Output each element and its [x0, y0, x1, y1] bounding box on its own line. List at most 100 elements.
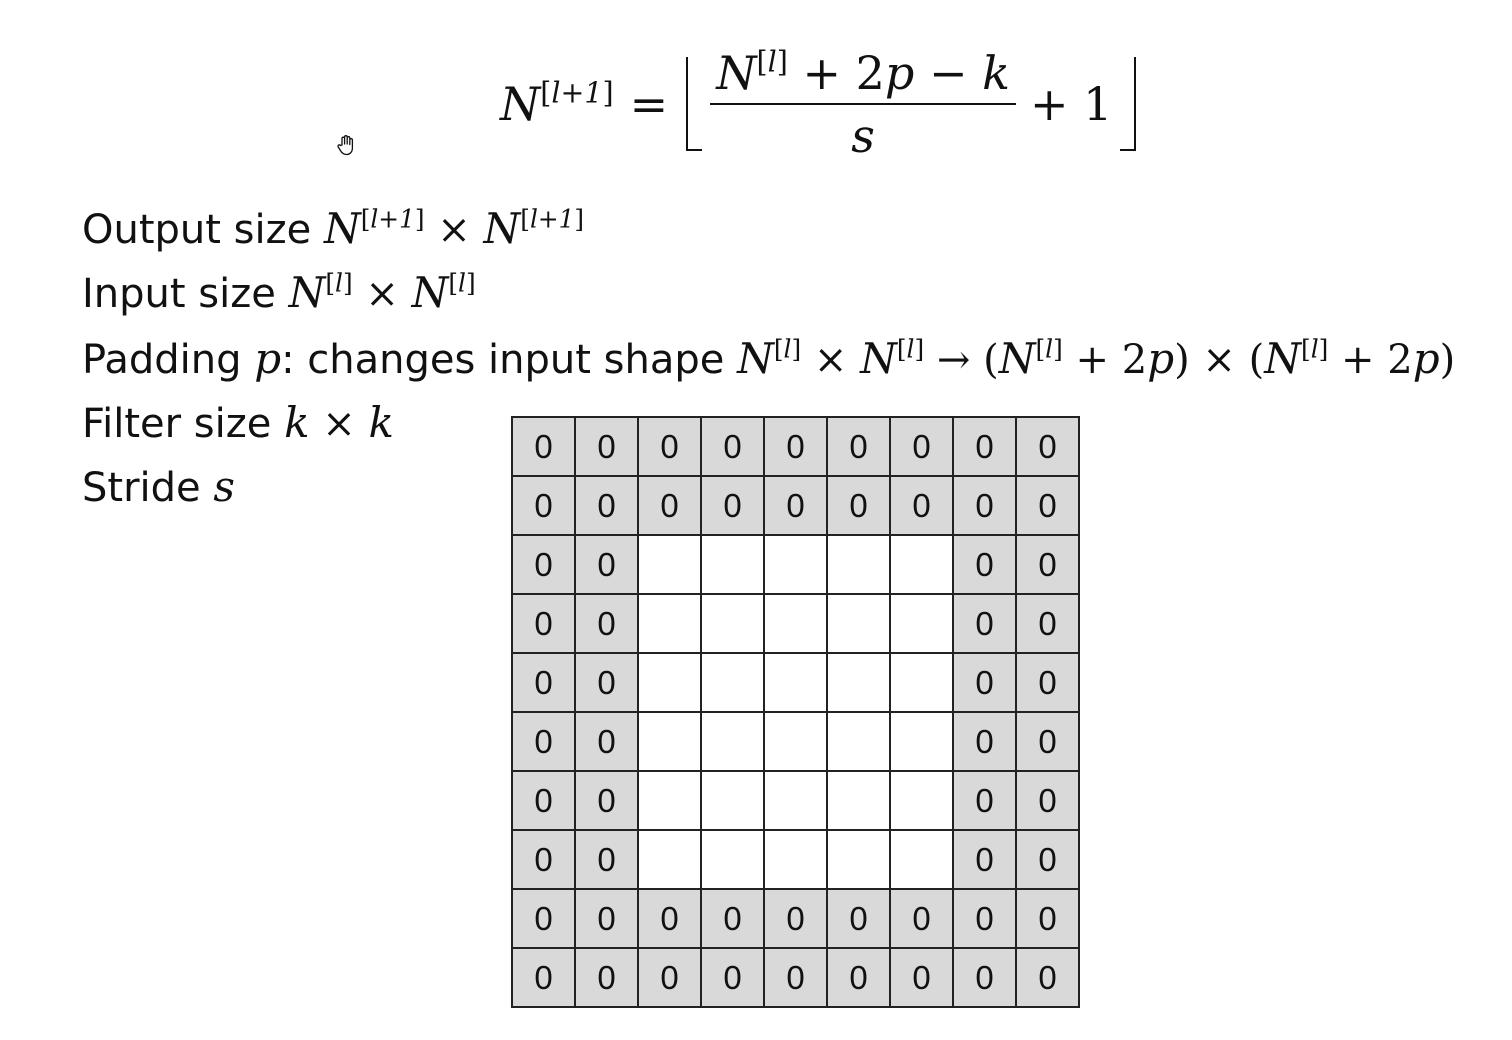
input-size-line: Input size N[l] × N[l]	[82, 268, 476, 317]
grid-row: 0000	[511, 770, 1080, 831]
padding-cell: 0	[952, 829, 1017, 890]
input-cell	[637, 711, 702, 772]
padding-cell: 0	[1015, 652, 1080, 713]
padding-cell: 0	[574, 711, 639, 772]
formula-plus-one: + 1	[1030, 77, 1113, 131]
input-symbol: N	[737, 334, 774, 383]
padding-cell: 0	[574, 416, 639, 477]
input-cell	[826, 770, 891, 831]
output-size-label: Output size	[82, 207, 312, 253]
input-symbol: N	[411, 268, 449, 317]
padding-cell: 0	[511, 593, 576, 654]
grid-row: 0000	[511, 711, 1080, 772]
input-cell	[700, 534, 765, 595]
formula-lhs: N[l+1]	[500, 76, 614, 131]
input-cell	[763, 652, 828, 713]
input-symbol: N	[998, 334, 1036, 383]
padding-cell: 0	[574, 888, 639, 949]
input-cell	[889, 711, 954, 772]
filter-variable: k	[368, 398, 394, 447]
padding-cell: 0	[826, 947, 891, 1008]
padding-cell: 0	[1015, 888, 1080, 949]
paren: (	[1248, 337, 1265, 383]
padding-cell: 0	[763, 475, 828, 536]
padding-variable: p	[1147, 334, 1175, 383]
padding-cell: 0	[952, 475, 1017, 536]
times-symbol: ×	[365, 271, 399, 317]
padding-cell: 0	[952, 947, 1017, 1008]
padding-cell: 0	[637, 947, 702, 1008]
input-cell	[637, 829, 702, 890]
padding-cell: 0	[511, 475, 576, 536]
input-cell	[889, 534, 954, 595]
input-cell	[889, 652, 954, 713]
padding-description: : changes input shape	[281, 337, 725, 383]
input-cell	[763, 593, 828, 654]
padding-variable: p	[1412, 334, 1440, 383]
input-symbol: N	[1264, 334, 1301, 383]
padding-cell: 0	[889, 888, 954, 949]
padding-cell: 0	[889, 475, 954, 536]
padding-cell: 0	[763, 888, 828, 949]
padding-cell: 0	[763, 947, 828, 1008]
padding-cell: 0	[574, 593, 639, 654]
padding-cell: 0	[889, 947, 954, 1008]
input-cell	[826, 652, 891, 713]
grid-row: 0000	[511, 593, 1080, 654]
padding-cell: 0	[700, 475, 765, 536]
padding-cell: 0	[763, 416, 828, 477]
input-cell	[826, 534, 891, 595]
input-cell	[700, 829, 765, 890]
stride-variable: s	[213, 462, 235, 511]
output-symbol: N	[323, 204, 361, 253]
padding-cell: 0	[1015, 829, 1080, 890]
padding-label: Padding	[82, 337, 242, 383]
plus-two: + 2	[1328, 337, 1413, 383]
padding-cell: 0	[952, 593, 1017, 654]
formula-denominator: s	[851, 108, 875, 163]
input-cell	[700, 593, 765, 654]
input-symbol: N	[288, 268, 326, 317]
input-cell	[889, 770, 954, 831]
input-cell	[889, 593, 954, 654]
padding-cell: 0	[826, 475, 891, 536]
grid-row: 000000000	[511, 888, 1080, 949]
padding-cell: 0	[637, 416, 702, 477]
stride-label: Stride	[82, 465, 201, 511]
grid-row: 000000000	[511, 475, 1080, 536]
formula-equals: =	[629, 77, 669, 131]
padding-cell: 0	[574, 829, 639, 890]
times-symbol: ×	[813, 337, 848, 383]
padding-cell: 0	[952, 534, 1017, 595]
padding-cell: 0	[1015, 534, 1080, 595]
padding-cell: 0	[1015, 475, 1080, 536]
padding-cell: 0	[574, 770, 639, 831]
padding-cell: 0	[1015, 711, 1080, 772]
padding-cell: 0	[574, 475, 639, 536]
input-cell	[637, 593, 702, 654]
padding-cell: 0	[511, 711, 576, 772]
padding-cell: 0	[952, 711, 1017, 772]
padding-cell: 0	[511, 770, 576, 831]
output-symbol: N	[483, 204, 521, 253]
padding-cell: 0	[826, 888, 891, 949]
floor-left-bracket	[686, 57, 703, 151]
padding-cell: 0	[1015, 593, 1080, 654]
input-cell	[763, 829, 828, 890]
padding-cell: 0	[511, 652, 576, 713]
input-cell	[637, 770, 702, 831]
hand-pointer-icon	[337, 135, 354, 156]
output-size-line: Output size N[l+1] × N[l+1]	[82, 204, 585, 253]
grid-row: 0000	[511, 534, 1080, 595]
padding-cell: 0	[952, 416, 1017, 477]
times-symbol: ×	[322, 401, 356, 447]
input-symbol: N	[860, 334, 897, 383]
input-cell	[700, 711, 765, 772]
input-cell	[700, 652, 765, 713]
grid-row: 0000	[511, 652, 1080, 713]
formula-fraction: N[l] + 2p − k s	[710, 47, 1017, 163]
grid-row: 000000000	[511, 947, 1080, 1008]
padding-cell: 0	[952, 652, 1017, 713]
filter-size-label: Filter size	[82, 401, 272, 447]
padding-cell: 0	[889, 416, 954, 477]
